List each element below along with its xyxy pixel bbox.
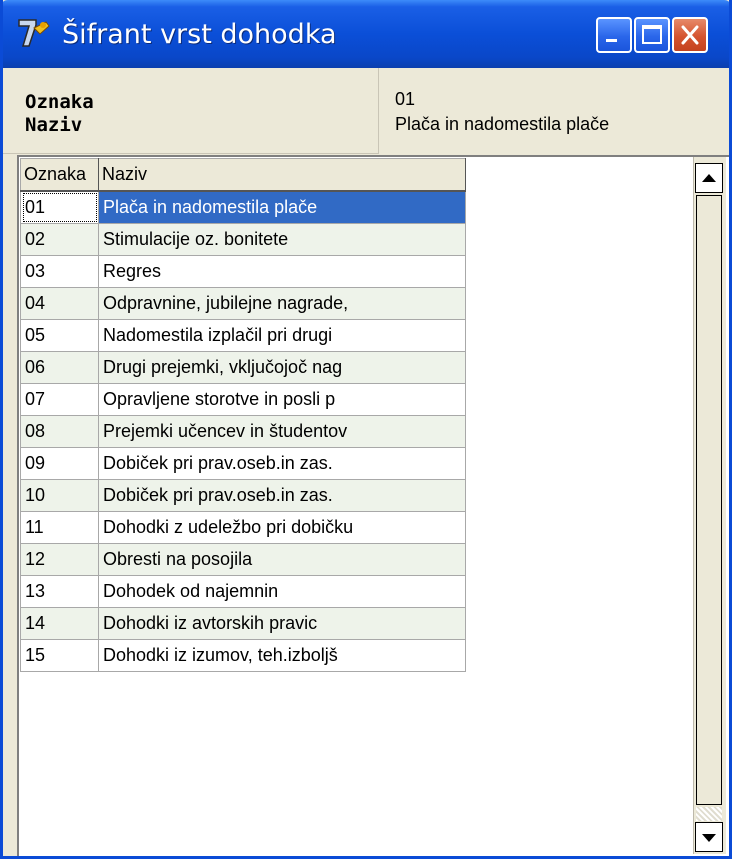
window: Šifrant vrst dohodka Oznaka Naziv 01 Pla… xyxy=(0,0,732,859)
scroll-up-button[interactable] xyxy=(695,163,723,193)
label-oznaka: Oznaka xyxy=(25,91,94,113)
close-button[interactable] xyxy=(672,17,708,53)
title-bar[interactable]: Šifrant vrst dohodka xyxy=(3,0,729,68)
arrow-up-icon xyxy=(702,174,716,182)
cell-naziv[interactable]: Dohodki z udeležbo pri dobičku xyxy=(98,511,466,544)
cell-naziv[interactable]: Regres xyxy=(98,255,466,288)
minimize-button[interactable] xyxy=(596,17,632,53)
record-labels-panel: Oznaka Naziv xyxy=(3,68,379,154)
cell-oznaka[interactable]: 06 xyxy=(20,351,99,384)
cell-naziv[interactable]: Drugi prejemki, vključojoč nag xyxy=(98,351,466,384)
scroll-track[interactable] xyxy=(696,807,722,821)
scroll-thumb[interactable] xyxy=(696,195,722,805)
table-row[interactable]: 15 Dohodki iz izumov, teh.izboljš xyxy=(20,639,466,672)
cell-naziv[interactable]: Dobiček pri prav.oseb.in zas. xyxy=(98,447,466,480)
cell-oznaka[interactable]: 12 xyxy=(20,543,99,576)
table-row[interactable]: 06 Drugi prejemki, vključojoč nag xyxy=(20,351,466,384)
cell-naziv[interactable]: Dobiček pri prav.oseb.in zas. xyxy=(98,479,466,512)
table-row[interactable]: 01 Plača in nadomestila plače xyxy=(20,190,466,224)
cell-oznaka[interactable]: 07 xyxy=(20,383,99,416)
vertical-scrollbar[interactable] xyxy=(693,157,726,854)
cell-naziv[interactable]: Plača in nadomestila plače xyxy=(98,190,466,224)
cell-oznaka[interactable]: 01 xyxy=(20,190,99,224)
cell-naziv[interactable]: Prejemki učencev in študentov xyxy=(98,415,466,448)
cell-naziv[interactable]: Stimulacije oz. bonitete xyxy=(98,223,466,256)
cell-naziv[interactable]: Dohodki iz avtorskih pravic xyxy=(98,607,466,640)
value-oznaka: 01 xyxy=(395,89,416,109)
table-row[interactable]: 05 Nadomestila izplačil pri drugi xyxy=(20,319,466,352)
table-row[interactable]: 14 Dohodki iz avtorskih pravic xyxy=(20,607,466,640)
table-row[interactable]: 09 Dobiček pri prav.oseb.in zas. xyxy=(20,447,466,480)
cell-oznaka[interactable]: 13 xyxy=(20,575,99,608)
window-title: Šifrant vrst dohodka xyxy=(62,19,337,50)
table-row[interactable]: 12 Obresti na posojila xyxy=(20,543,466,576)
grid-header: Oznaka Naziv xyxy=(20,158,466,192)
table-row[interactable]: 04 Odpravnine, jubilejne nagrade, xyxy=(20,287,466,320)
cell-oznaka[interactable]: 03 xyxy=(20,255,99,288)
table-row[interactable]: 10 Dobiček pri prav.oseb.in zas. xyxy=(20,479,466,512)
cell-oznaka[interactable]: 04 xyxy=(20,287,99,320)
table-row[interactable]: 13 Dohodek od najemnin xyxy=(20,575,466,608)
cell-naziv[interactable]: Nadomestila izplačil pri drugi xyxy=(98,319,466,352)
table-row[interactable]: 02 Stimulacije oz. bonitete xyxy=(20,223,466,256)
maximize-icon xyxy=(642,25,662,44)
cell-oznaka[interactable]: 09 xyxy=(20,447,99,480)
close-icon xyxy=(681,25,699,45)
table-row[interactable]: 03 Regres xyxy=(20,255,466,288)
arrow-down-icon xyxy=(702,834,716,842)
cell-oznaka[interactable]: 05 xyxy=(20,319,99,352)
table-row[interactable]: 07 Opravljene storotve in posli p xyxy=(20,383,466,416)
cell-naziv[interactable]: Odpravnine, jubilejne nagrade, xyxy=(98,287,466,320)
label-naziv: Naziv xyxy=(25,114,83,136)
cell-oznaka[interactable]: 10 xyxy=(20,479,99,512)
column-header-oznaka[interactable]: Oznaka xyxy=(20,158,99,192)
cell-naziv[interactable]: Dohodki iz izumov, teh.izboljš xyxy=(98,639,466,672)
cell-oznaka[interactable]: 11 xyxy=(20,511,99,544)
table-row[interactable]: 11 Dohodki z udeležbo pri dobičku xyxy=(20,511,466,544)
minimize-icon xyxy=(606,39,617,42)
column-header-naziv[interactable]: Naziv xyxy=(98,158,466,192)
cell-naziv[interactable]: Obresti na posojila xyxy=(98,543,466,576)
data-grid[interactable]: Oznaka Naziv 01 Plača in nadomestila plač… xyxy=(17,155,729,856)
cell-oznaka[interactable]: 14 xyxy=(20,607,99,640)
cell-oznaka[interactable]: 02 xyxy=(20,223,99,256)
maximize-button[interactable] xyxy=(634,17,670,53)
value-naziv: Plača in nadomestila plače xyxy=(395,114,610,134)
grid-table: Oznaka Naziv 01 Plača in nadomestila plač… xyxy=(20,158,466,672)
cell-naziv[interactable]: Opravljene storotve in posli p xyxy=(98,383,466,416)
scroll-down-button[interactable] xyxy=(695,822,723,852)
table-row[interactable]: 08 Prejemki učencev in študentov xyxy=(20,415,466,448)
record-header: Oznaka Naziv 01 Plača in nadomestila pla… xyxy=(3,68,729,154)
cell-naziv[interactable]: Dohodek od najemnin xyxy=(98,575,466,608)
cell-oznaka[interactable]: 08 xyxy=(20,415,99,448)
grid-body: 01 Plača in nadomestila plače 02 Stimulacij… xyxy=(20,190,466,672)
cell-oznaka[interactable]: 15 xyxy=(20,639,99,672)
app-logo-icon xyxy=(18,19,50,47)
